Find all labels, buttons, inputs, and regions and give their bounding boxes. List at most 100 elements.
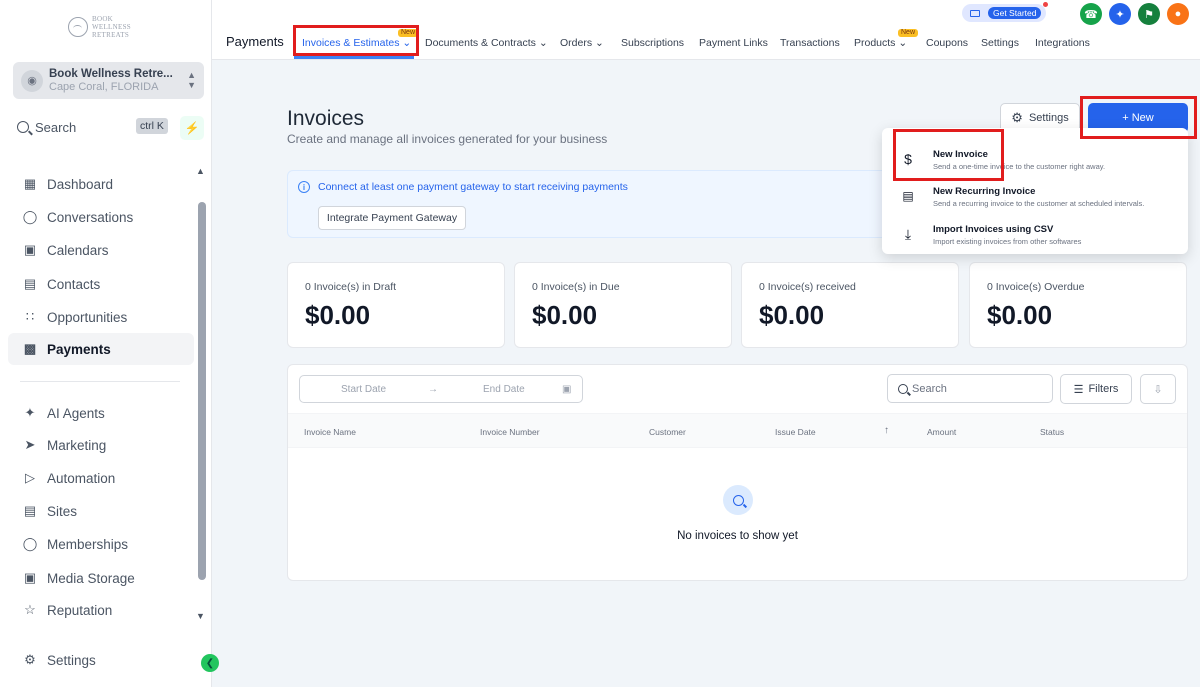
bell-icon[interactable]: ● xyxy=(1167,3,1189,25)
invoices-table: Start Date → End Date ▣ Search ☰ Filters … xyxy=(287,364,1188,581)
sidebar-item-label: Memberships xyxy=(47,536,129,552)
sidebar-item-opportunities[interactable]: ∷ Opportunities xyxy=(8,301,194,333)
sidebar-item-memberships[interactable]: ◯ Memberships xyxy=(8,528,194,560)
new-button-label: + New xyxy=(1122,112,1154,124)
menu-item-title: Import Invoices using CSV xyxy=(933,224,1054,235)
filters-button[interactable]: ☰ Filters xyxy=(1060,374,1132,404)
stat-value: $0.00 xyxy=(759,300,825,330)
page-subtitle: Create and manage all invoices generated… xyxy=(287,132,608,146)
sparkle-icon: ✦ xyxy=(24,405,36,420)
tab-coupons[interactable]: Coupons xyxy=(926,37,968,49)
tab-label: Payment Links xyxy=(699,37,768,49)
sidebar-item-label: Contacts xyxy=(47,276,101,292)
integrate-gateway-button[interactable]: Integrate Payment Gateway xyxy=(318,206,466,230)
chevron-updown-icon: ▲ ▼ xyxy=(187,70,196,90)
sidebar-item-label: Sites xyxy=(47,503,78,519)
recurring-icon: ▤ xyxy=(902,189,914,203)
payment-gateway-banner: i Connect at least one payment gateway t… xyxy=(287,170,927,238)
empty-state-text: No invoices to show yet xyxy=(677,530,798,542)
magic-icon[interactable]: ✦ xyxy=(1109,3,1131,25)
logo-text: BOOK WELLNESS RETREATS xyxy=(92,15,131,39)
scroll-up-arrow-icon[interactable]: ▲ xyxy=(196,166,205,176)
payments-icon: ▩ xyxy=(23,341,37,356)
chevron-down-icon: ⌄ xyxy=(538,37,548,49)
sidebar-item-settings[interactable]: ⚙ Settings xyxy=(8,644,194,676)
stat-label: 0 Invoice(s) in Due xyxy=(532,281,620,293)
sidebar-item-payments[interactable]: ▩ Payments xyxy=(8,333,194,365)
tab-orders[interactable]: Orders ⌄ xyxy=(560,37,604,49)
tab-settings[interactable]: Settings xyxy=(981,37,1019,49)
tab-invoices-estimates[interactable]: Invoices & Estimates ⌄ xyxy=(302,37,411,49)
column-header: Invoice Number xyxy=(480,427,540,437)
sidebar-item-marketing[interactable]: ➤ Marketing xyxy=(8,429,194,461)
section-title: Payments xyxy=(226,34,284,49)
company-logo[interactable]: BOOK WELLNESS RETREATS xyxy=(68,14,150,40)
search-icon xyxy=(17,121,29,133)
tab-transactions[interactable]: Transactions xyxy=(780,37,840,49)
sidebar-item-ai-agents[interactable]: ✦ AI Agents xyxy=(8,397,194,429)
top-navigation: Payments Invoices & Estimates ⌄ New Docu… xyxy=(212,0,1200,60)
contacts-icon: ▤ xyxy=(23,276,37,291)
sidebar-scrollbar[interactable] xyxy=(198,202,206,580)
phone-icon[interactable]: ☎ xyxy=(1080,3,1102,25)
table-search-input[interactable]: Search xyxy=(887,374,1053,403)
sidebar-item-media-storage[interactable]: ▣ Media Storage xyxy=(8,562,194,594)
quick-action-bolt-icon[interactable]: ⚡ xyxy=(180,116,204,140)
menu-item-new-invoice[interactable]: $ New Invoice Send a one-time invoice to… xyxy=(882,145,1188,183)
tab-integrations[interactable]: Integrations xyxy=(1035,37,1090,49)
stat-label: 0 Invoice(s) Overdue xyxy=(987,281,1085,293)
sidebar-item-contacts[interactable]: ▤ Contacts xyxy=(8,268,194,300)
search-placeholder: Search xyxy=(912,382,947,395)
menu-item-desc: Import existing invoices from other soft… xyxy=(933,237,1082,246)
menu-item-desc: Send a one-time invoice to the customer … xyxy=(933,162,1106,171)
tab-products[interactable]: Products ⌄ xyxy=(854,37,907,49)
menu-item-new-recurring-invoice[interactable]: ▤ New Recurring Invoice Send a recurring… xyxy=(882,182,1188,220)
stat-card-due: 0 Invoice(s) in Due $0.00 xyxy=(514,262,732,348)
chevron-down-icon: ⌄ xyxy=(402,37,412,49)
sidebar-item-label: Dashboard xyxy=(47,176,114,192)
sidebar-item-label: Calendars xyxy=(47,242,109,258)
megaphone-icon[interactable]: ⚑ xyxy=(1138,3,1160,25)
sidebar-item-label: Conversations xyxy=(47,209,134,225)
get-started-label: Get Started xyxy=(988,7,1042,19)
menu-item-desc: Send a recurring invoice to the customer… xyxy=(933,199,1145,208)
sidebar-item-calendars[interactable]: ▣ Calendars xyxy=(8,234,194,266)
search-icon xyxy=(898,383,908,394)
scroll-down-arrow-icon[interactable]: ▼ xyxy=(196,611,205,621)
get-started-button[interactable]: Get Started xyxy=(962,2,1048,22)
sidebar-item-dashboard[interactable]: ▦ Dashboard xyxy=(8,168,194,200)
date-range-picker[interactable]: Start Date → End Date ▣ xyxy=(299,375,583,403)
location-switcher[interactable]: ◉ Book Wellness Retre... Cape Coral, FLO… xyxy=(13,62,204,99)
sidebar-item-sites[interactable]: ▤ Sites xyxy=(8,495,194,527)
notification-dot xyxy=(1043,2,1048,7)
sidebar-item-label: Opportunities xyxy=(47,309,128,325)
sidebar-item-automation[interactable]: ▷ Automation xyxy=(8,462,194,494)
tab-documents-contracts[interactable]: Documents & Contracts ⌄ xyxy=(425,37,548,49)
column-header[interactable]: Issue Date xyxy=(775,427,816,437)
tab-payment-links[interactable]: Payment Links xyxy=(699,37,768,49)
tab-label: Subscriptions xyxy=(621,37,685,49)
download-icon[interactable]: ⇩ xyxy=(1140,374,1176,404)
tab-label: Coupons xyxy=(926,37,969,49)
tab-label: Orders xyxy=(560,37,593,49)
calendar-icon: ▣ xyxy=(23,242,37,257)
start-date-field[interactable]: Start Date xyxy=(341,384,386,395)
stat-label: 0 Invoice(s) received xyxy=(759,281,856,293)
filter-icon: ☰ xyxy=(1073,383,1084,396)
arrow-right-icon: → xyxy=(428,384,438,395)
sidebar-item-reputation[interactable]: ☆ Reputation xyxy=(8,594,194,626)
tab-subscriptions[interactable]: Subscriptions xyxy=(621,37,684,49)
gear-icon: ⚙ xyxy=(24,652,36,667)
empty-search-icon xyxy=(723,485,753,515)
location-avatar-icon: ◉ xyxy=(21,69,43,92)
stat-label: 0 Invoice(s) in Draft xyxy=(305,281,397,293)
sidebar-item-label: Marketing xyxy=(47,437,107,453)
membership-icon: ◯ xyxy=(22,536,38,551)
sidebar-item-conversations[interactable]: ◯ Conversations xyxy=(8,201,194,233)
menu-item-import-csv[interactable]: ⤓ Import Invoices using CSV Import exist… xyxy=(882,220,1188,258)
sort-arrow-icon[interactable]: ↑ xyxy=(884,425,889,436)
sidebar: BOOK WELLNESS RETREATS ◉ Book Wellness R… xyxy=(0,0,212,687)
end-date-field[interactable]: End Date xyxy=(483,384,525,395)
chevron-down-icon: ⌄ xyxy=(595,37,604,49)
chevron-down-icon: ⌄ xyxy=(898,37,908,49)
